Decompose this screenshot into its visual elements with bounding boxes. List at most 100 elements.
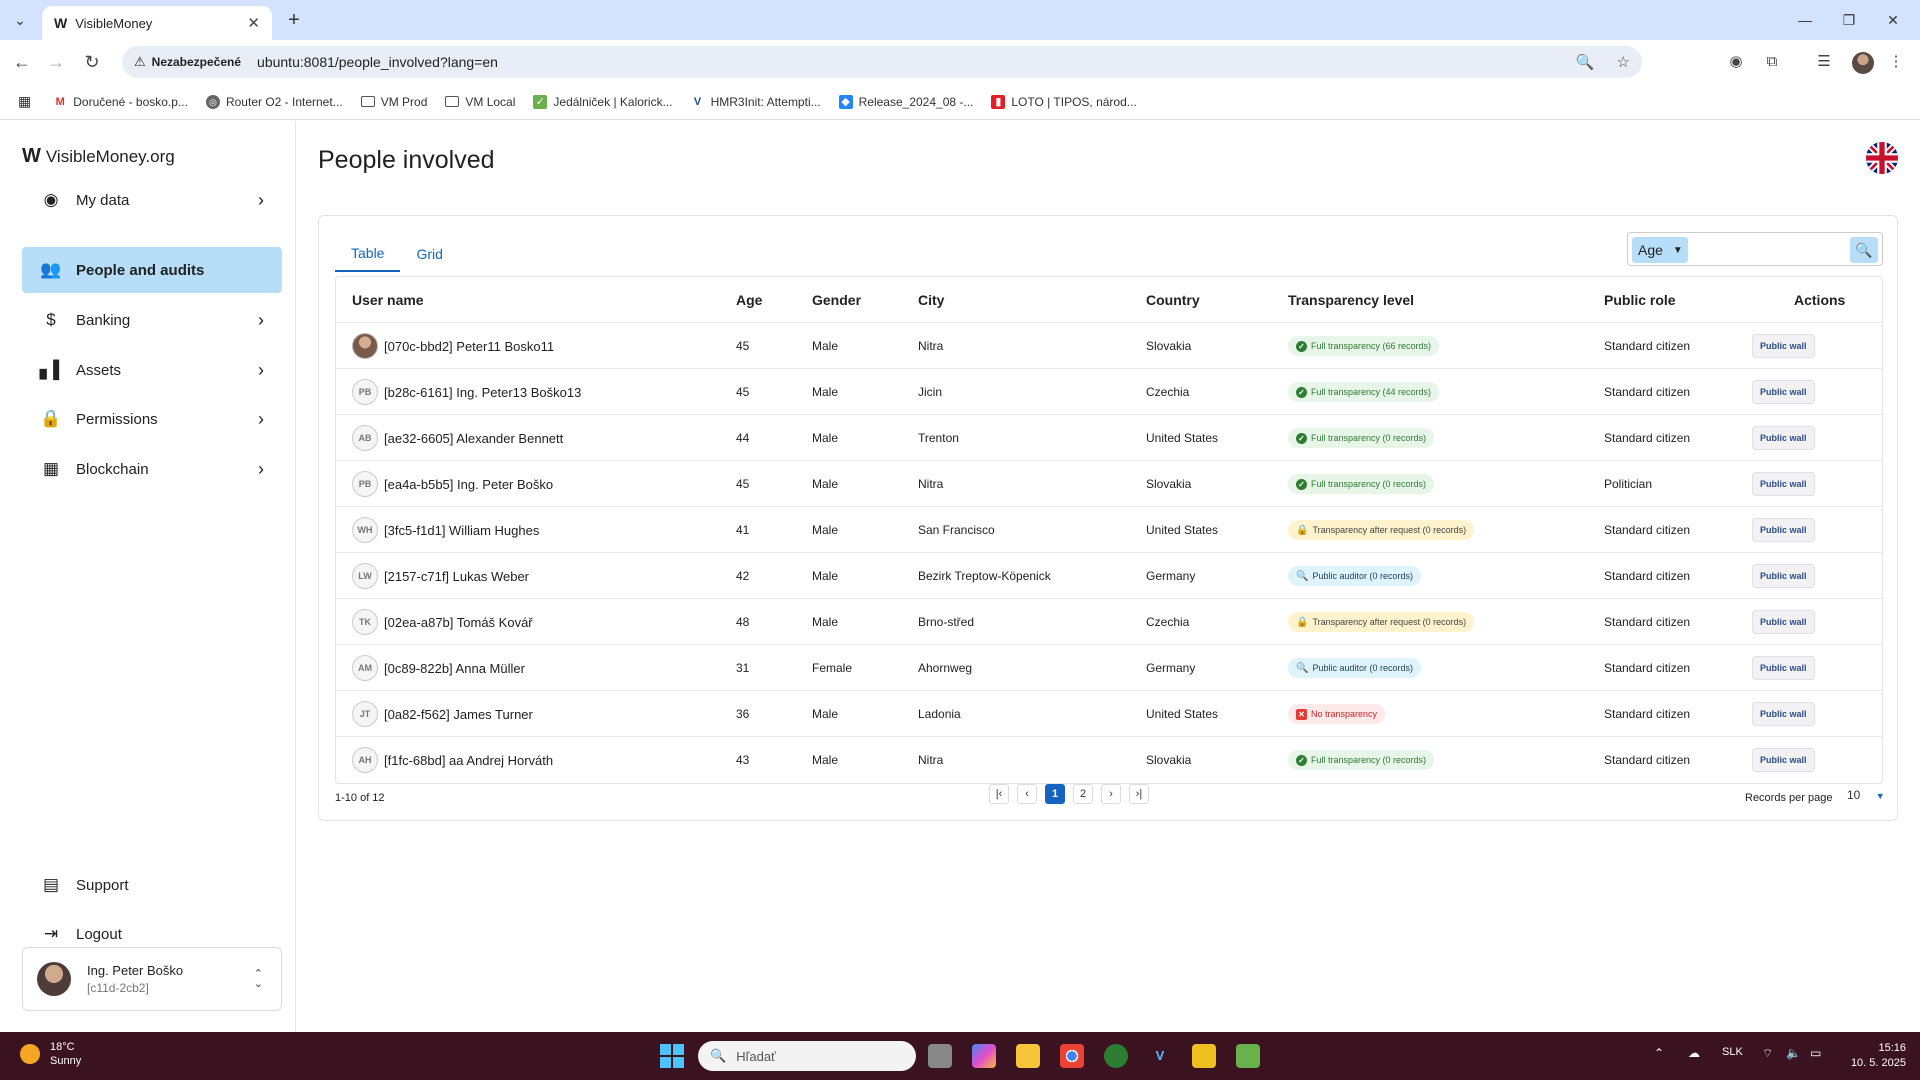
wifi-icon[interactable]: ⌔ xyxy=(1762,1046,1773,1061)
table-row[interactable]: AM [0c89-822b] Anna Müller 31 Female Ahornwe… xyxy=(336,645,1882,691)
battery-icon[interactable]: ▭ xyxy=(1810,1046,1821,1060)
table-row[interactable]: LW [2157-c71f] Lukas Weber 42 Male Bezirk Tr… xyxy=(336,553,1882,599)
column-header[interactable]: Public role xyxy=(1604,277,1676,323)
public-wall-button[interactable]: Public wall xyxy=(1752,610,1815,634)
page-button[interactable]: 1 xyxy=(1045,784,1065,804)
spreadsheet-app-icon[interactable] xyxy=(1236,1044,1260,1068)
public-wall-button[interactable]: Public wall xyxy=(1752,380,1815,404)
column-header[interactable]: Age xyxy=(736,277,762,323)
search-input[interactable] xyxy=(1692,237,1842,263)
taskbar-search[interactable]: 🔍 Hľadať xyxy=(698,1041,916,1071)
bookmark-item[interactable]: M Doručené - bosko.p... xyxy=(53,95,188,109)
table-row[interactable]: [070c-bbd2] Peter11 Bosko11 45 Male Nitra Sl… xyxy=(336,323,1882,369)
expand-collapse-icon[interactable]: ⌃ ⌄ xyxy=(254,969,263,990)
user-name-cell[interactable]: [070c-bbd2] Peter11 Bosko11 xyxy=(352,323,554,369)
user-name-cell[interactable]: AH [f1fc-68bd] aa Andrej Horváth xyxy=(352,737,553,783)
table-row[interactable]: PB [ea4a-b5b5] Ing. Peter Boško 45 Male Nitr… xyxy=(336,461,1882,507)
extensions-puzzle-icon[interactable]: ⧉ xyxy=(1762,52,1782,72)
table-row[interactable]: JT [0a82-f562] James Turner 36 Male Ladonia U… xyxy=(336,691,1882,737)
public-wall-button[interactable]: Public wall xyxy=(1752,656,1815,680)
weather-widget[interactable]: 18°C Sunny xyxy=(20,1040,81,1068)
user-name-cell[interactable]: PB [ea4a-b5b5] Ing. Peter Boško xyxy=(352,461,553,507)
column-header[interactable]: City xyxy=(918,277,944,323)
visual-studio-icon[interactable]: V xyxy=(1148,1044,1172,1068)
bookmark-star-icon[interactable]: ☆ xyxy=(1617,53,1630,71)
user-card[interactable]: Ing. Peter Boško [c11d-2cb2] ⌃ ⌄ xyxy=(22,947,282,1011)
sidebar-item-support[interactable]: ▤ Support xyxy=(22,862,282,908)
last-page-button[interactable]: ›| xyxy=(1129,784,1149,804)
restore-icon[interactable]: ❐ xyxy=(1834,8,1864,32)
volume-icon[interactable]: 🔈 xyxy=(1786,1046,1801,1060)
close-tab-icon[interactable]: ✕ xyxy=(247,14,260,32)
reload-icon[interactable]: ↻ xyxy=(80,50,104,74)
bookmark-item[interactable]: VM Prod xyxy=(360,95,427,109)
browser-menu-icon[interactable]: ⋮ xyxy=(1886,52,1906,72)
sidebar-item-blockchain[interactable]: ▦ Blockchain › xyxy=(22,446,282,492)
tab-search-chevron-icon[interactable]: ⌄ xyxy=(8,8,32,32)
user-name-cell[interactable]: AB [ae32-6605] Alexander Bennett xyxy=(352,415,563,461)
bookmark-item[interactable]: V HMR3Init: Attempti... xyxy=(691,95,821,109)
back-icon[interactable]: ← xyxy=(10,50,34,74)
window-close-icon[interactable]: ✕ xyxy=(1878,8,1908,32)
task-view-icon[interactable] xyxy=(928,1044,952,1068)
first-page-button[interactable]: |‹ xyxy=(989,784,1009,804)
file-explorer-icon[interactable] xyxy=(1016,1044,1040,1068)
browser-tab[interactable]: W VisibleMoney ✕ xyxy=(42,6,272,40)
apps-grid-icon[interactable]: ▦ xyxy=(18,93,31,110)
tray-chevron-up-icon[interactable]: ⌃ xyxy=(1654,1046,1664,1060)
sidebar-item-permissions[interactable]: 🔒 Permissions › xyxy=(22,396,282,442)
table-row[interactable]: PB [b28c-6161] Ing. Peter13 Boško13 45 Male… xyxy=(336,369,1882,415)
system-clock[interactable]: 15:16 10. 5. 2025 xyxy=(1840,1041,1906,1071)
forward-icon[interactable]: → xyxy=(44,50,68,74)
user-name-cell[interactable]: TK [02ea-a87b] Tomáš Kovář xyxy=(352,599,533,645)
copilot-icon[interactable] xyxy=(972,1044,996,1068)
brand[interactable]: W VisibleMoney.org xyxy=(22,145,175,168)
public-wall-button[interactable]: Public wall xyxy=(1752,426,1815,450)
next-page-button[interactable]: › xyxy=(1101,784,1121,804)
public-wall-button[interactable]: Public wall xyxy=(1752,702,1815,726)
user-name-cell[interactable]: PB [b28c-6161] Ing. Peter13 Boško13 xyxy=(352,369,581,415)
page-button[interactable]: 2 xyxy=(1073,784,1093,804)
bookmark-item[interactable]: ◆ Release_2024_08 -... xyxy=(838,94,973,109)
table-row[interactable]: AH [f1fc-68bd] aa Andrej Horváth 43 Male Nit… xyxy=(336,737,1882,783)
extension-icon[interactable]: ◉ xyxy=(1726,52,1746,72)
zoom-icon[interactable]: 🔍 xyxy=(1576,53,1595,71)
tab-grid[interactable]: Grid xyxy=(400,236,458,272)
tab-table[interactable]: Table xyxy=(335,236,401,272)
input-language[interactable]: SLK xyxy=(1722,1046,1743,1058)
user-name-cell[interactable]: AM [0c89-822b] Anna Müller xyxy=(352,645,525,691)
app-green-icon[interactable] xyxy=(1104,1044,1128,1068)
bookmark-item[interactable]: ▮ LOTO | TIPOS, národ... xyxy=(991,94,1137,109)
chrome-icon[interactable] xyxy=(1060,1044,1084,1068)
public-wall-button[interactable]: Public wall xyxy=(1752,564,1815,588)
column-header[interactable]: Gender xyxy=(812,277,861,323)
filter-select[interactable]: Age ▼ xyxy=(1632,237,1688,263)
uk-flag-icon[interactable] xyxy=(1866,142,1898,174)
public-wall-button[interactable]: Public wall xyxy=(1752,334,1815,358)
column-header[interactable]: Transparency level xyxy=(1288,277,1414,323)
sidebar-item-people-and-audits[interactable]: 👥 People and audits xyxy=(22,247,282,293)
url-text[interactable]: ubuntu:8081/people_involved?lang=en xyxy=(257,54,498,70)
sidebar-item-assets[interactable]: ▖▌ Assets › xyxy=(22,347,282,393)
user-name-cell[interactable]: WH [3fc5-f1d1] William Hughes xyxy=(352,507,539,553)
browser-profile-avatar[interactable] xyxy=(1852,52,1874,74)
notes-app-icon[interactable] xyxy=(1192,1044,1216,1068)
prev-page-button[interactable]: ‹ xyxy=(1017,784,1037,804)
minimize-icon[interactable]: — xyxy=(1790,8,1820,32)
new-tab-button[interactable]: + xyxy=(282,8,306,32)
bookmark-item[interactable]: VM Local xyxy=(445,95,515,109)
column-header[interactable]: Country xyxy=(1146,277,1200,323)
column-header[interactable]: User name xyxy=(352,277,424,323)
windows-start-icon[interactable] xyxy=(660,1044,684,1068)
user-name-cell[interactable]: LW [2157-c71f] Lukas Weber xyxy=(352,553,529,599)
search-button[interactable]: 🔍 xyxy=(1850,237,1878,263)
reading-list-icon[interactable]: ☰ xyxy=(1814,52,1834,72)
public-wall-button[interactable]: Public wall xyxy=(1752,518,1815,542)
public-wall-button[interactable]: Public wall xyxy=(1752,472,1815,496)
user-name-cell[interactable]: JT [0a82-f562] James Turner xyxy=(352,691,533,737)
sidebar-item-banking[interactable]: $ Banking › xyxy=(22,297,282,343)
table-row[interactable]: WH [3fc5-f1d1] William Hughes 41 Male San Fr… xyxy=(336,507,1882,553)
bookmark-item[interactable]: ✓ Jedálniček | Kalorick... xyxy=(533,94,673,109)
address-bar[interactable]: ⚠ Nezabezpečené ubuntu:8081/people_invol… xyxy=(122,46,1642,78)
table-row[interactable]: AB [ae32-6605] Alexander Bennett 44 Male Tre… xyxy=(336,415,1882,461)
